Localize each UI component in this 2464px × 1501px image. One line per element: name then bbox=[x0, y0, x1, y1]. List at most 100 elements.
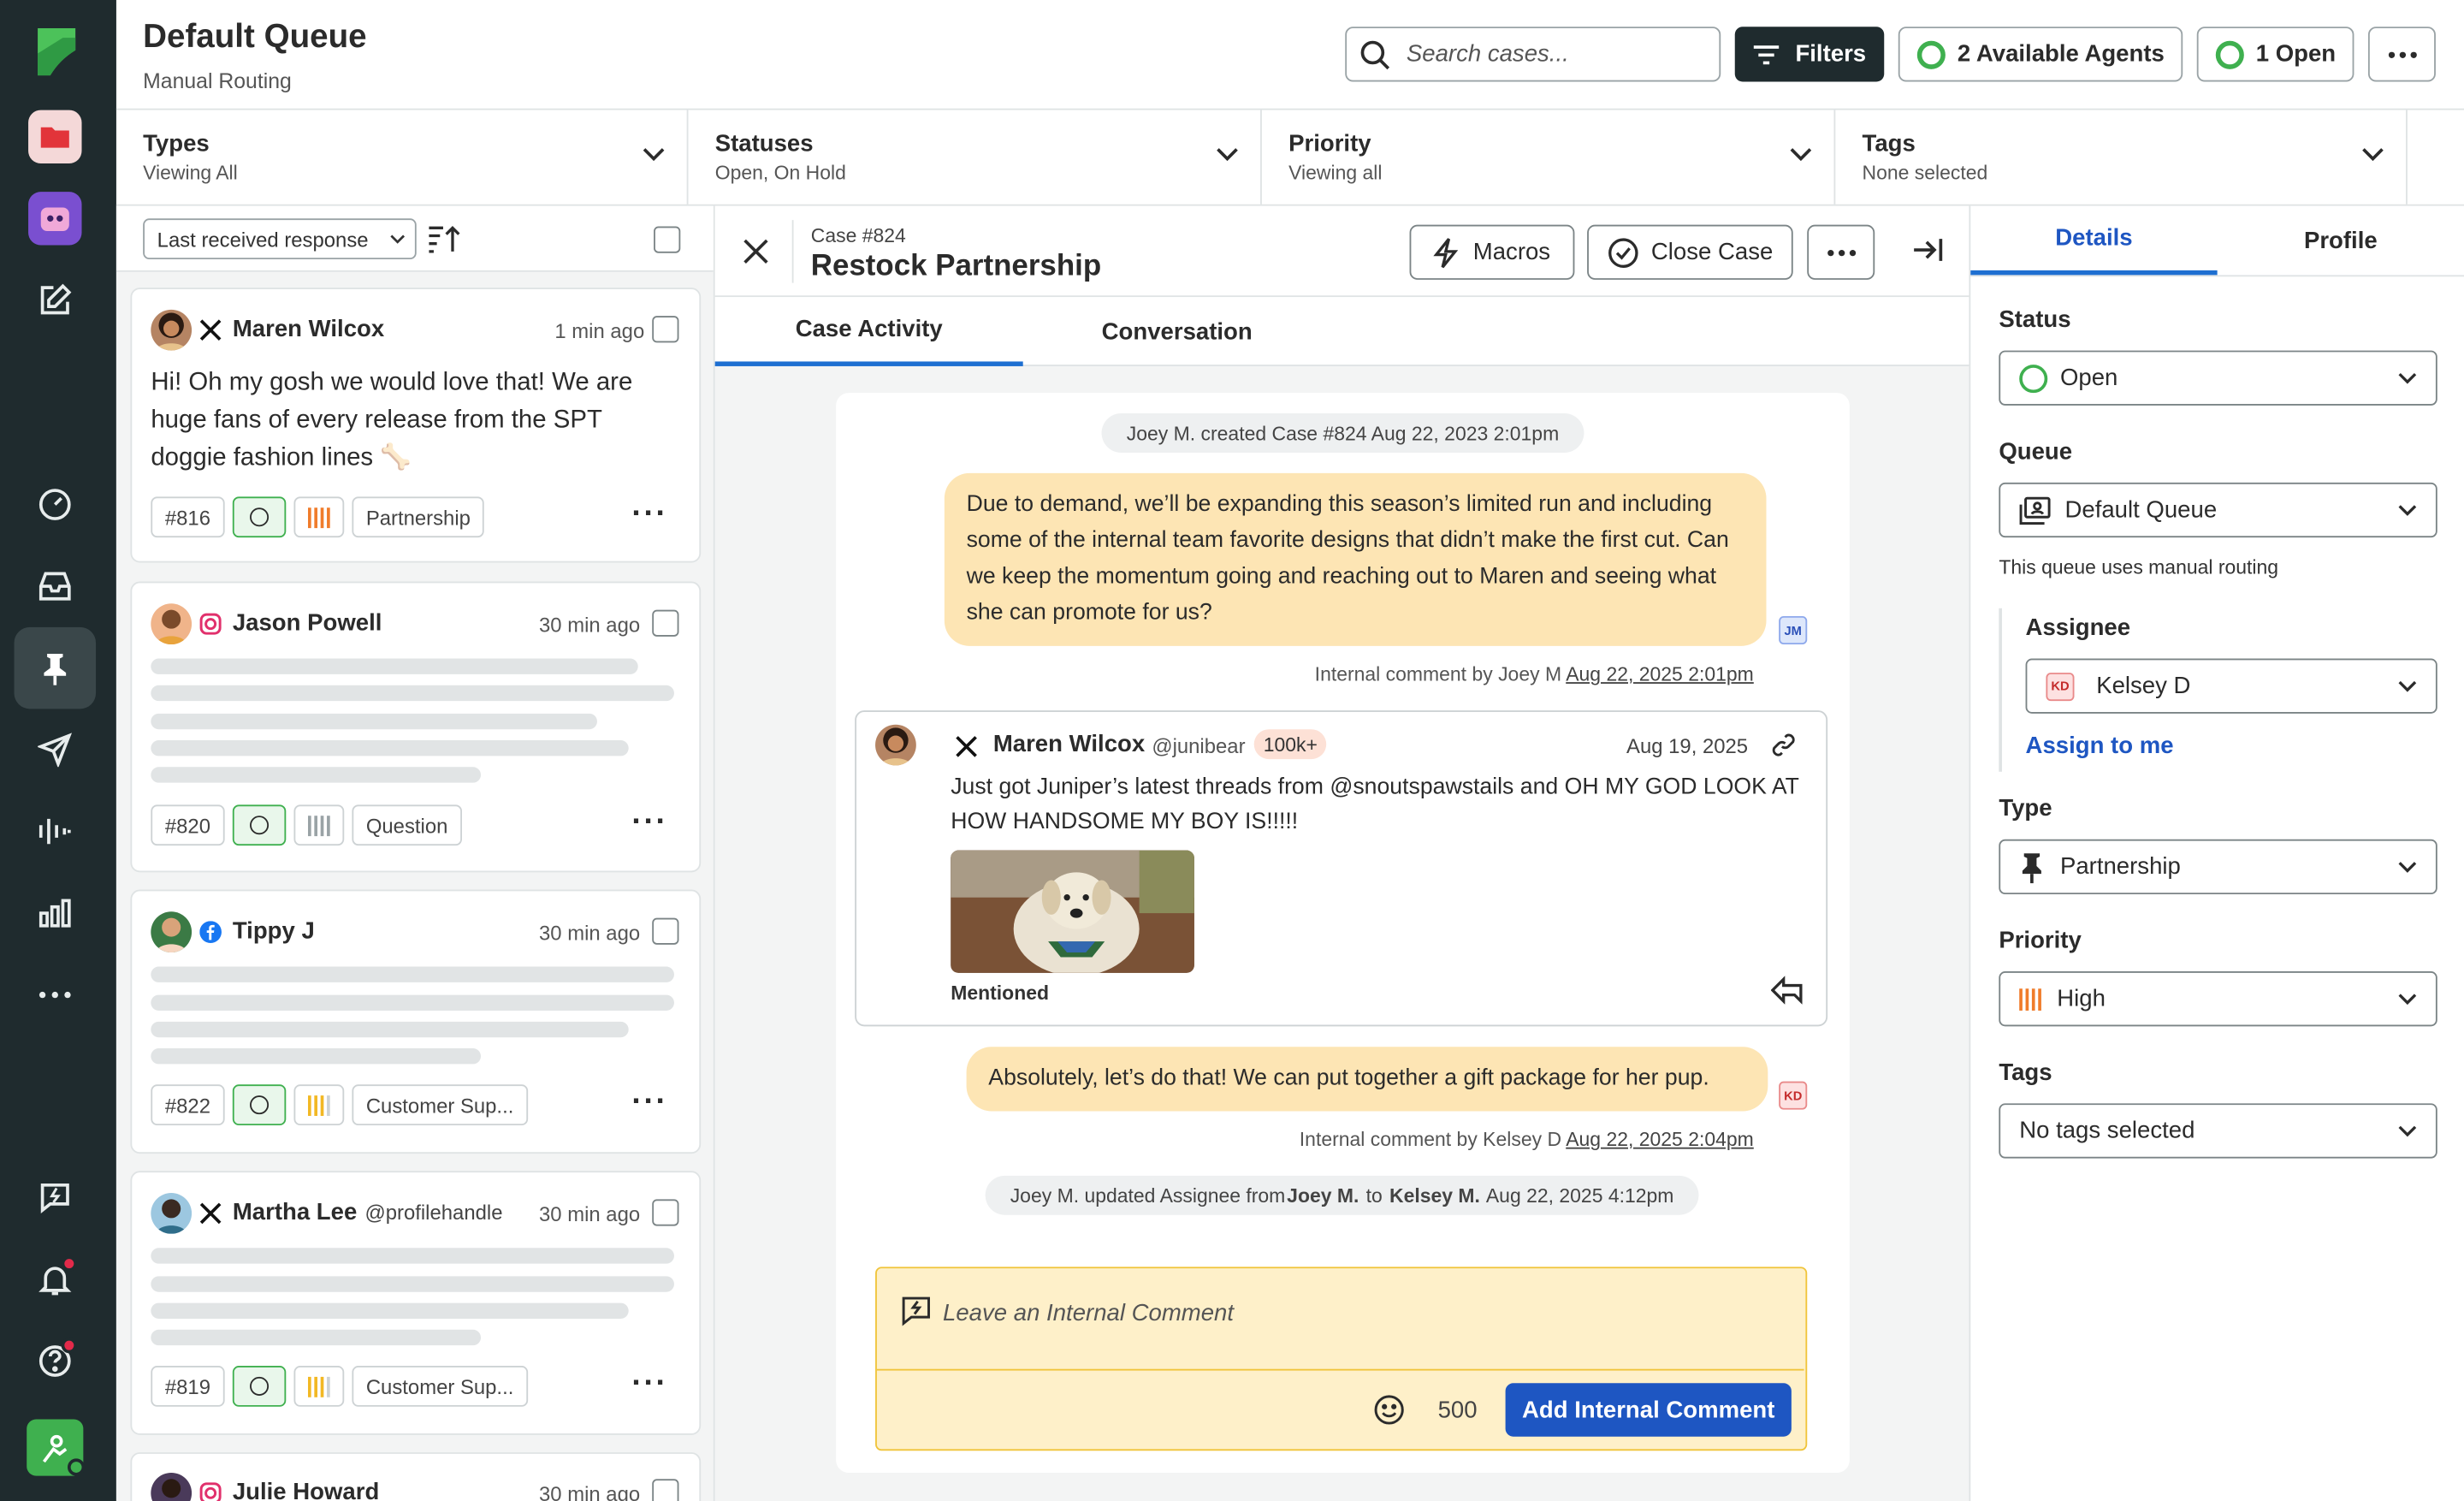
macros-button[interactable]: Macros bbox=[1409, 224, 1575, 280]
page-title: Default Queue bbox=[143, 19, 367, 56]
loading-skeleton bbox=[151, 1021, 629, 1038]
chevron-down-icon bbox=[390, 234, 406, 244]
emoji-button[interactable] bbox=[1373, 1394, 1405, 1426]
macros-label: Macros bbox=[1472, 239, 1551, 266]
close-panel-button[interactable] bbox=[743, 239, 768, 264]
tab-conversation[interactable]: Conversation bbox=[1023, 297, 1331, 366]
case-checkbox[interactable] bbox=[652, 609, 679, 637]
available-agents-button[interactable]: 2 Available Agents bbox=[1898, 27, 2183, 82]
nav-feedback[interactable] bbox=[15, 1157, 97, 1239]
filter-title: Types bbox=[143, 130, 210, 157]
nav-help[interactable] bbox=[15, 1320, 97, 1403]
filter-value: Open, On Hold bbox=[714, 162, 846, 184]
compose-icon bbox=[40, 283, 72, 315]
case-card[interactable]: Maren Wilcox 1 min ago Hi! Oh my gosh we… bbox=[130, 288, 702, 563]
loading-skeleton bbox=[151, 994, 674, 1011]
collapse-panel-button[interactable] bbox=[1912, 237, 1944, 262]
case-card[interactable]: Tippy J 30 min ago #822 Customer Sup... … bbox=[130, 889, 702, 1154]
assign-to-me-link[interactable]: Assign to me bbox=[2026, 733, 2174, 759]
check-circle-icon bbox=[1608, 237, 1638, 268]
assignee-value: Kelsey D bbox=[2096, 673, 2191, 700]
help-badge bbox=[61, 1337, 77, 1354]
filter-statuses[interactable]: Statuses Open, On Hold bbox=[688, 110, 1262, 205]
filters-label: Filters bbox=[1795, 40, 1867, 68]
x-network-icon bbox=[199, 319, 222, 341]
instagram-icon bbox=[199, 613, 222, 635]
priority-high-icon bbox=[2019, 988, 2041, 1011]
chevron-down-icon bbox=[2398, 680, 2417, 692]
sort-select[interactable]: Last received response bbox=[143, 218, 417, 260]
case-id: #820 bbox=[151, 804, 225, 846]
update-date: Aug 22, 2025 4:12pm bbox=[1481, 1184, 1674, 1207]
avatar bbox=[151, 309, 192, 351]
nav-inbox[interactable] bbox=[15, 545, 97, 627]
nav-cases[interactable] bbox=[15, 96, 97, 178]
nav-dashboard[interactable] bbox=[15, 464, 97, 546]
app-logo[interactable] bbox=[32, 25, 79, 78]
comment-input[interactable]: Leave an Internal Comment bbox=[943, 1300, 1234, 1326]
open-cases-button[interactable]: 1 Open bbox=[2196, 27, 2354, 82]
nav-assistant[interactable] bbox=[15, 178, 97, 260]
tab-profile[interactable]: Profile bbox=[2218, 206, 2464, 276]
status-select[interactable]: Open bbox=[1999, 350, 2437, 406]
nav-send[interactable] bbox=[15, 709, 97, 791]
header-more-button[interactable] bbox=[2367, 27, 2436, 82]
filters-button[interactable]: Filters bbox=[1734, 27, 1885, 82]
case-more-button[interactable]: ··· bbox=[631, 804, 667, 840]
case-more-button[interactable] bbox=[1807, 224, 1875, 280]
case-more-button[interactable]: ··· bbox=[631, 1084, 667, 1120]
chevron-down-icon bbox=[2398, 1125, 2417, 1137]
priority-medium-icon bbox=[293, 1084, 345, 1126]
nav-listening[interactable] bbox=[15, 791, 97, 873]
filter-title: Statuses bbox=[714, 130, 814, 157]
case-checkbox[interactable] bbox=[652, 1199, 679, 1226]
case-card[interactable]: Jason Powell 30 min ago #820 Question ··… bbox=[130, 581, 702, 873]
nav-notifications[interactable] bbox=[15, 1238, 97, 1320]
post-text: Just got Juniper’s latest threads from @… bbox=[951, 774, 1799, 835]
queue-select[interactable]: Default Queue bbox=[1999, 482, 2437, 538]
reply-icon bbox=[1771, 976, 1803, 1005]
case-card[interactable]: Martha Lee @profilehandle 30 min ago #819… bbox=[130, 1171, 702, 1435]
type-select[interactable]: Partnership bbox=[1999, 839, 2437, 895]
assignee-select[interactable]: KD Kelsey D bbox=[2025, 658, 2437, 714]
comment-date[interactable]: Aug 22, 2025 2:04pm bbox=[1566, 1129, 1754, 1151]
select-all-checkbox[interactable] bbox=[654, 226, 681, 253]
case-more-button[interactable]: ··· bbox=[631, 496, 667, 532]
link-icon bbox=[1772, 733, 1795, 756]
loading-skeleton bbox=[151, 1048, 482, 1065]
emoji-icon bbox=[1374, 1395, 1404, 1425]
permalink-button[interactable] bbox=[1771, 733, 1796, 757]
search-input[interactable]: Search cases... bbox=[1345, 27, 1721, 82]
filter-tags[interactable]: Tags None selected bbox=[1835, 110, 2408, 205]
case-checkbox[interactable] bbox=[652, 316, 679, 343]
filter-types[interactable]: Types Viewing All bbox=[116, 110, 689, 205]
priority-high-icon bbox=[293, 496, 345, 538]
nav-more[interactable] bbox=[15, 954, 97, 1036]
filter-priority[interactable]: Priority Viewing all bbox=[1262, 110, 1836, 205]
priority-select[interactable]: High bbox=[1999, 971, 2437, 1027]
nav-compose[interactable] bbox=[15, 259, 97, 341]
comment-date[interactable]: Aug 22, 2025 2:01pm bbox=[1566, 663, 1754, 685]
sort-order-button[interactable] bbox=[428, 225, 462, 253]
case-time: 30 min ago bbox=[539, 921, 641, 945]
tab-details[interactable]: Details bbox=[1970, 206, 2218, 276]
reply-button[interactable] bbox=[1771, 976, 1803, 1005]
case-more-button[interactable]: ··· bbox=[631, 1366, 667, 1402]
nav-publishing[interactable] bbox=[14, 626, 97, 709]
close-case-button[interactable]: Close Case bbox=[1587, 224, 1793, 280]
case-checkbox[interactable] bbox=[652, 917, 679, 945]
post-author: Maren Wilcox bbox=[992, 731, 1146, 758]
case-card[interactable]: Julie Howard 30 min ago bbox=[130, 1452, 702, 1501]
status-value: Open bbox=[2059, 365, 2118, 392]
add-internal-comment-button[interactable]: Add Internal Comment bbox=[1505, 1383, 1792, 1437]
post-image[interactable] bbox=[951, 850, 1194, 973]
nav-reports[interactable] bbox=[15, 872, 97, 954]
tags-select[interactable]: No tags selected bbox=[1999, 1103, 2437, 1159]
profile-icon bbox=[42, 1434, 68, 1463]
case-time: 1 min ago bbox=[554, 318, 645, 343]
case-checkbox[interactable] bbox=[652, 1479, 679, 1501]
case-time: 30 min ago bbox=[539, 1202, 641, 1226]
tab-case-activity[interactable]: Case Activity bbox=[714, 297, 1023, 366]
tags-label: Tags bbox=[1999, 1059, 2052, 1087]
user-avatar[interactable] bbox=[27, 1419, 86, 1476]
